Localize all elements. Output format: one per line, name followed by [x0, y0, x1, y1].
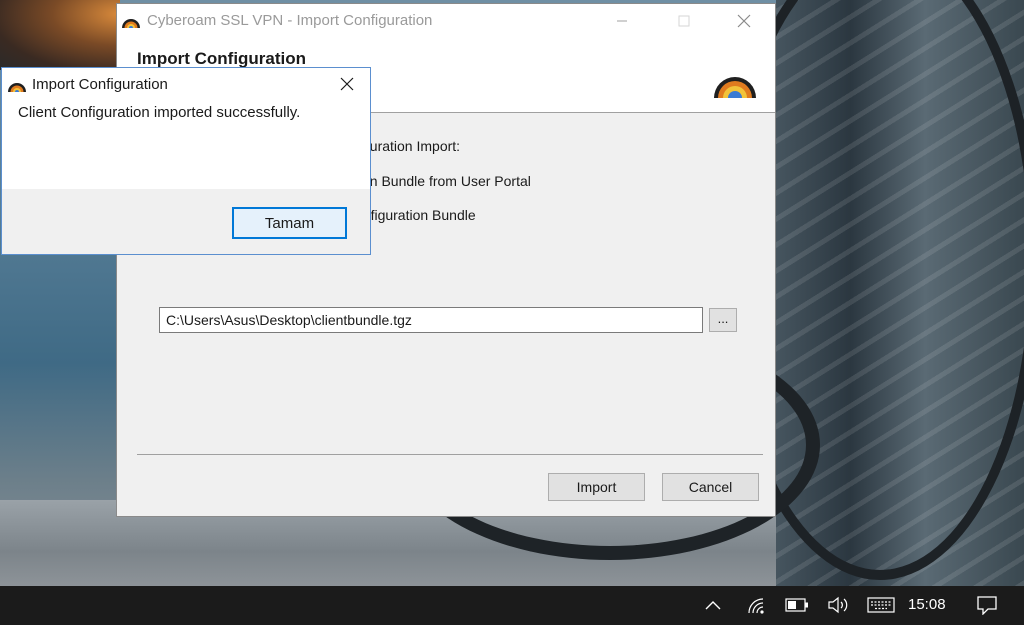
battery-icon[interactable] — [784, 594, 810, 616]
dialog-title: Import Configuration — [32, 76, 168, 93]
dialog-titlebar[interactable]: Import Configuration — [2, 68, 370, 100]
wifi-icon[interactable] — [744, 594, 768, 616]
page-title: Import Configuration — [137, 49, 307, 68]
keyboard-icon[interactable] — [866, 594, 896, 616]
taskbar: 15:08 — [0, 586, 1024, 625]
minimize-button[interactable] — [599, 4, 645, 37]
notification-icon[interactable] — [974, 594, 1000, 616]
cyberoam-logo-icon — [713, 65, 757, 99]
cyberoam-app-icon — [121, 13, 141, 29]
maximize-button[interactable] — [661, 4, 707, 37]
ok-button[interactable]: Tamam — [232, 207, 347, 239]
option-config-bundle[interactable]: onfiguration Bundle — [355, 207, 476, 223]
footer-divider — [137, 454, 763, 455]
import-button[interactable]: Import — [548, 473, 645, 501]
option-user-portal[interactable]: tion Bundle from User Portal — [355, 173, 531, 189]
volume-icon[interactable] — [826, 594, 852, 616]
close-button[interactable] — [721, 4, 767, 37]
close-icon — [737, 14, 751, 27]
main-window-title: Cyberoam SSL VPN - Import Configuration — [147, 12, 433, 29]
close-icon — [340, 77, 354, 91]
wallpaper-light-area — [0, 0, 120, 70]
browse-button[interactable]: ... — [709, 308, 737, 332]
taskbar-clock[interactable]: 15:08 — [908, 596, 946, 613]
cyberoam-app-icon — [7, 77, 27, 93]
dialog-close-button[interactable] — [324, 68, 370, 100]
file-path-input[interactable] — [159, 307, 703, 333]
dialog-message: Client Configuration imported successful… — [18, 104, 301, 121]
main-titlebar[interactable]: Cyberoam SSL VPN - Import Configuration — [117, 4, 775, 37]
success-dialog: Import Configuration Client Configuratio… — [1, 67, 371, 255]
chevron-up-icon[interactable] — [702, 594, 724, 616]
cancel-button[interactable]: Cancel — [662, 473, 759, 501]
maximize-icon — [678, 15, 690, 26]
minimize-icon — [617, 20, 627, 21]
